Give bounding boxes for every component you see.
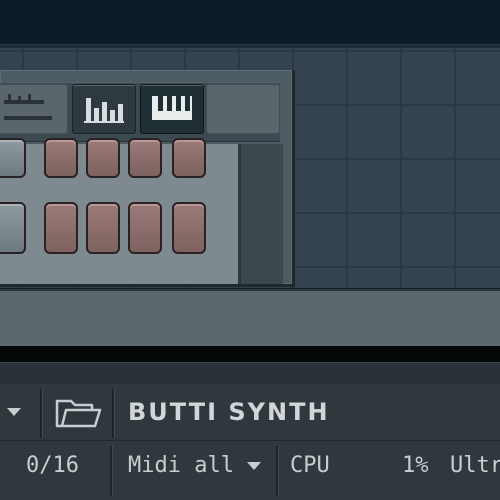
divider (110, 446, 112, 496)
step-button[interactable] (44, 202, 78, 254)
folder-icon[interactable] (54, 396, 102, 430)
voice-count: 0/16 (26, 453, 79, 478)
step-button[interactable] (0, 138, 26, 178)
quality-select[interactable]: Ultr (450, 453, 500, 478)
channel-rack-window[interactable] (0, 70, 295, 287)
top-strip (0, 0, 500, 46)
browser-panel (0, 289, 500, 348)
slider-icon (4, 94, 52, 120)
step-button[interactable] (44, 138, 78, 178)
step-button[interactable] (172, 202, 206, 254)
step-button[interactable] (128, 202, 162, 254)
dropdown-arrow-icon[interactable] (6, 404, 22, 420)
chevron-down-icon[interactable] (246, 460, 262, 472)
step-button[interactable] (86, 138, 120, 178)
divider (276, 446, 278, 496)
step-button[interactable] (172, 138, 206, 178)
midi-channel-select[interactable]: Midi all (128, 453, 234, 478)
plugin-header-strip (0, 362, 500, 385)
piano-keys-icon (152, 96, 192, 122)
step-button[interactable] (128, 138, 162, 178)
empty-toolbar-slot[interactable] (206, 84, 280, 134)
step-button[interactable] (0, 202, 26, 254)
cpu-label: CPU (290, 453, 330, 478)
step-sequencer (0, 138, 240, 284)
piano-roll-button[interactable] (140, 84, 204, 134)
divider (40, 388, 42, 438)
channel-rack-scrollbar[interactable] (240, 144, 283, 284)
equalizer-icon (84, 98, 124, 123)
panel-separator (0, 346, 500, 362)
plugin-name: BUTTI SYNTH (128, 398, 330, 426)
slider-button[interactable] (0, 84, 68, 134)
cpu-value: 1% (402, 453, 429, 478)
divider (112, 388, 114, 438)
mixer-button[interactable] (72, 84, 136, 134)
step-button[interactable] (86, 202, 120, 254)
